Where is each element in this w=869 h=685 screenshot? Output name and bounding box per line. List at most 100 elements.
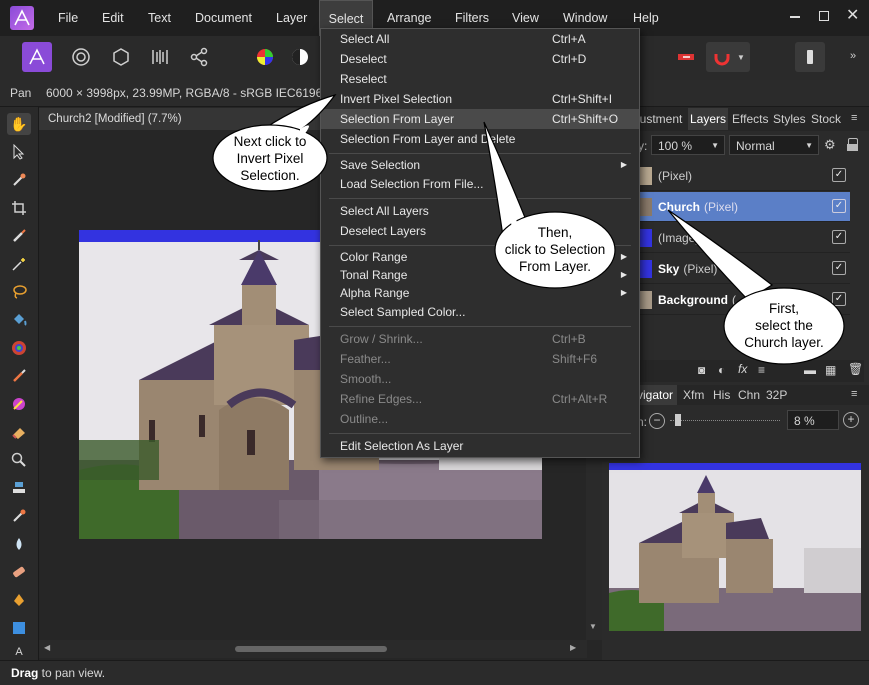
flood-select-tool-icon[interactable] bbox=[7, 253, 31, 275]
menu-item-outline[interactable]: Outline... bbox=[321, 409, 639, 429]
menu-item-grow-shrink[interactable]: Grow / Shrink... Ctrl+B bbox=[321, 329, 639, 349]
color-wheel-icon[interactable] bbox=[250, 42, 280, 72]
zoom-tool-icon[interactable] bbox=[7, 449, 31, 471]
healing-tool-icon[interactable] bbox=[7, 505, 31, 527]
layer-visibility-checkbox[interactable]: ✓ bbox=[832, 199, 846, 213]
layer-row[interactable]: (Pixel) ✓ bbox=[632, 161, 850, 191]
panel-menu-icon[interactable]: ≡ bbox=[851, 112, 857, 124]
hand-tool-icon[interactable]: ✋ bbox=[7, 113, 31, 135]
menu-item-alpha-range[interactable]: Alpha Range ▶ bbox=[321, 283, 639, 303]
gradient-tool-icon[interactable] bbox=[7, 337, 31, 359]
menu-item-select-all[interactable]: Select All Ctrl+A bbox=[321, 29, 639, 49]
maximize-icon[interactable] bbox=[819, 11, 829, 21]
photo-persona-icon[interactable] bbox=[22, 42, 52, 72]
tab-transform[interactable]: Xfm bbox=[683, 385, 704, 405]
scroll-down-icon[interactable]: ▼ bbox=[589, 622, 597, 631]
layer-visibility-checkbox[interactable]: ✓ bbox=[832, 168, 846, 182]
snapping-icon[interactable]: ▼ bbox=[706, 42, 750, 72]
menu-item-selection-from-layer[interactable]: Selection From Layer Ctrl+Shift+O bbox=[321, 109, 639, 129]
zoom-out-icon[interactable]: − bbox=[649, 413, 665, 429]
layer-visibility-checkbox[interactable]: ✓ bbox=[832, 230, 846, 244]
move-tool-icon[interactable] bbox=[7, 141, 31, 163]
menu-item-deselect[interactable]: Deselect Ctrl+D bbox=[321, 49, 639, 69]
tab-32p[interactable]: 32P bbox=[766, 385, 787, 405]
menu-text[interactable]: Text bbox=[148, 0, 171, 36]
more-tools-icon[interactable]: » bbox=[850, 50, 856, 62]
menu-file[interactable]: File bbox=[58, 0, 78, 36]
menu-item-select-all-layers[interactable]: Select All Layers bbox=[321, 201, 639, 221]
tab-channels[interactable]: Chn bbox=[738, 385, 760, 405]
menu-item-selection-from-layer-and-delete[interactable]: Selection From Layer and Delete bbox=[321, 129, 639, 149]
menu-item-reselect[interactable]: Reselect bbox=[321, 69, 639, 89]
lasso-tool-icon[interactable] bbox=[7, 281, 31, 303]
app-logo-icon[interactable] bbox=[10, 6, 34, 30]
layer-visibility-checkbox[interactable]: ✓ bbox=[832, 261, 846, 275]
menu-item-load-selection[interactable]: Load Selection From File... bbox=[321, 174, 639, 194]
scroll-left-icon[interactable]: ◀ bbox=[44, 643, 50, 652]
menu-item-select-sampled-color[interactable]: Select Sampled Color... bbox=[321, 302, 639, 322]
delete-layer-icon[interactable]: 🗑 bbox=[848, 362, 863, 376]
minimize-icon[interactable] bbox=[790, 16, 800, 18]
clone-tool-icon[interactable] bbox=[7, 477, 31, 499]
quick-mask-icon[interactable] bbox=[671, 42, 701, 72]
fx-icon[interactable]: fx bbox=[738, 362, 747, 376]
close-icon[interactable]: ✕ bbox=[846, 5, 859, 25]
add-layer-icon[interactable]: ▬ bbox=[804, 363, 816, 377]
opacity-field[interactable]: 100 % ▼ bbox=[651, 135, 725, 155]
layer-row-church[interactable]: Church (Pixel) ✓ bbox=[632, 192, 850, 222]
crop-tool-icon[interactable] bbox=[7, 197, 31, 219]
adjustment-icon[interactable]: ◐ bbox=[718, 363, 725, 377]
tab-layers[interactable]: Layers bbox=[688, 108, 728, 130]
patch-tool-icon[interactable] bbox=[7, 561, 31, 583]
selection-brush-tool-icon[interactable] bbox=[7, 225, 31, 247]
add-pixel-layer-icon[interactable]: ▦ bbox=[825, 363, 836, 377]
document-tab[interactable]: Church2 [Modified] (7.7%) bbox=[39, 108, 329, 130]
export-persona-icon[interactable] bbox=[184, 42, 214, 72]
menu-document[interactable]: Document bbox=[195, 0, 252, 36]
horizontal-scrollbar[interactable] bbox=[39, 640, 587, 658]
mask-icon[interactable]: ◙ bbox=[698, 363, 705, 377]
develop-persona-icon[interactable] bbox=[106, 42, 136, 72]
tone-mapping-persona-icon[interactable] bbox=[145, 42, 175, 72]
menu-item-edit-selection-as-layer[interactable]: Edit Selection As Layer bbox=[321, 436, 639, 456]
tab-history[interactable]: His bbox=[713, 385, 730, 405]
fill-tool-icon[interactable] bbox=[7, 309, 31, 331]
eraser-tool-icon[interactable] bbox=[7, 421, 31, 443]
navigator-menu-icon[interactable]: ≡ bbox=[851, 388, 857, 400]
menu-item-feather[interactable]: Feather... Shift+F6 bbox=[321, 349, 639, 369]
zoom-slider-handle[interactable] bbox=[675, 414, 681, 426]
menu-item-save-selection[interactable]: Save Selection ▶ bbox=[321, 155, 639, 175]
liquify-persona-icon[interactable] bbox=[66, 42, 96, 72]
settings-gear-icon[interactable]: ⚙ bbox=[824, 137, 836, 153]
menu-item-invert-pixel-selection[interactable]: Invert Pixel Selection Ctrl+Shift+I bbox=[321, 89, 639, 109]
paint-brush-tool-icon[interactable] bbox=[7, 365, 31, 387]
status-hint-text: to pan view. bbox=[38, 666, 106, 680]
tab-stock[interactable]: Stock bbox=[811, 108, 841, 130]
color-replacement-tool-icon[interactable] bbox=[7, 393, 31, 415]
color-picker-tool-icon[interactable] bbox=[7, 169, 31, 191]
pen-tool-icon[interactable] bbox=[7, 589, 31, 611]
blend-mode-select[interactable]: Normal ▼ bbox=[729, 135, 819, 155]
zoom-slider[interactable] bbox=[670, 420, 780, 422]
tab-effects[interactable]: Effects bbox=[732, 108, 768, 130]
horizontal-scroll-thumb[interactable] bbox=[235, 646, 387, 652]
blur-tool-icon[interactable] bbox=[7, 533, 31, 555]
scroll-right-icon[interactable]: ▶ bbox=[570, 643, 576, 652]
menu-item-smooth[interactable]: Smooth... bbox=[321, 369, 639, 389]
layer-row[interactable]: (Image) ✓ bbox=[632, 223, 850, 253]
group-icon[interactable]: ≡ bbox=[758, 363, 765, 377]
menu-layer[interactable]: Layer bbox=[276, 0, 307, 36]
tab-navigator[interactable]: vigator bbox=[637, 385, 678, 405]
tab-styles[interactable]: Styles bbox=[773, 108, 806, 130]
assistant-icon[interactable] bbox=[795, 42, 825, 72]
rectangle-tool-icon[interactable] bbox=[7, 617, 31, 639]
layer-row-sky[interactable]: Sky (Pixel) ✓ bbox=[632, 254, 850, 284]
text-tool-icon[interactable]: A bbox=[7, 645, 31, 659]
menu-edit[interactable]: Edit bbox=[102, 0, 124, 36]
menu-item-refine-edges[interactable]: Refine Edges... Ctrl+Alt+R bbox=[321, 389, 639, 409]
contrast-icon[interactable] bbox=[285, 42, 315, 72]
navigator-preview[interactable] bbox=[609, 463, 861, 631]
zoom-value-field[interactable]: 8 % bbox=[787, 410, 839, 430]
tab-adjustment[interactable]: justment bbox=[637, 108, 682, 130]
zoom-in-icon[interactable]: + bbox=[843, 412, 859, 428]
